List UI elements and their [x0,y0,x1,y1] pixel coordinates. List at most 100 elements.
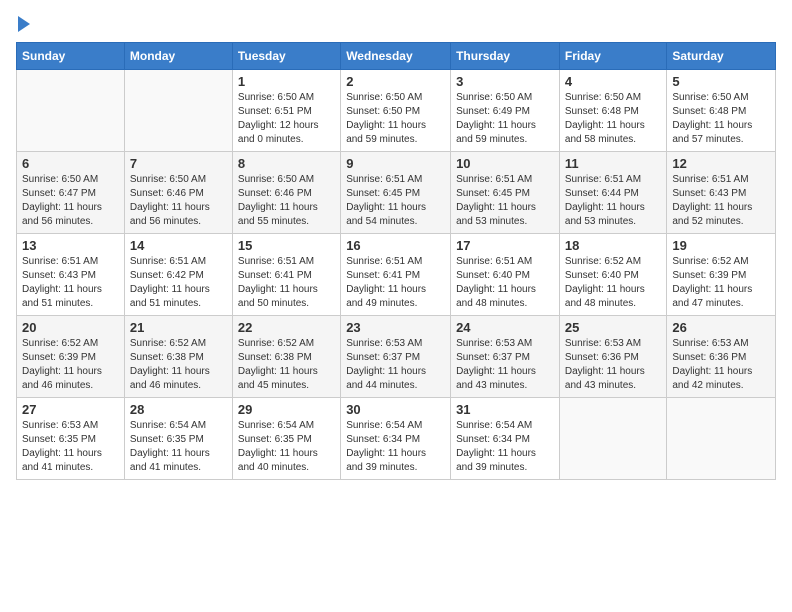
day-number: 15 [238,238,335,253]
day-info: Sunrise: 6:52 AMSunset: 6:40 PMDaylight:… [565,255,661,311]
calendar-cell: 7 Sunrise: 6:50 AMSunset: 6:46 PMDaylight… [124,152,232,234]
logo-arrow-icon [18,16,30,32]
calendar-cell [17,70,125,152]
calendar-cell: 19 Sunrise: 6:52 AMSunset: 6:39 PMDayligh… [667,234,776,316]
day-number: 25 [565,320,661,335]
calendar-cell: 20 Sunrise: 6:52 AMSunset: 6:39 PMDayligh… [17,316,125,398]
day-info: Sunrise: 6:52 AMSunset: 6:38 PMDaylight:… [130,337,227,393]
calendar-cell: 8 Sunrise: 6:50 AMSunset: 6:46 PMDaylight… [232,152,340,234]
calendar-cell: 29 Sunrise: 6:54 AMSunset: 6:35 PMDayligh… [232,398,340,480]
day-info: Sunrise: 6:50 AMSunset: 6:48 PMDaylight:… [672,91,770,147]
calendar-cell: 28 Sunrise: 6:54 AMSunset: 6:35 PMDayligh… [124,398,232,480]
day-info: Sunrise: 6:52 AMSunset: 6:39 PMDaylight:… [672,255,770,311]
day-info: Sunrise: 6:51 AMSunset: 6:45 PMDaylight:… [456,173,554,229]
calendar-cell: 14 Sunrise: 6:51 AMSunset: 6:42 PMDayligh… [124,234,232,316]
day-info: Sunrise: 6:50 AMSunset: 6:50 PMDaylight:… [346,91,445,147]
calendar-cell [124,70,232,152]
day-info: Sunrise: 6:52 AMSunset: 6:38 PMDaylight:… [238,337,335,393]
calendar-cell: 9Sunrise: 6:51 AMSunset: 6:45 PMDaylight… [341,152,451,234]
day-info: Sunrise: 6:50 AMSunset: 6:46 PMDaylight:… [130,173,227,229]
calendar-cell: 25 Sunrise: 6:53 AMSunset: 6:36 PMDayligh… [559,316,666,398]
calendar-cell: 21 Sunrise: 6:52 AMSunset: 6:38 PMDayligh… [124,316,232,398]
day-number: 6 [22,156,119,171]
day-info: Sunrise: 6:50 AMSunset: 6:49 PMDaylight:… [456,91,554,147]
day-number: 21 [130,320,227,335]
calendar-cell: 23 Sunrise: 6:53 AMSunset: 6:37 PMDayligh… [341,316,451,398]
day-number: 7 [130,156,227,171]
weekday-header-monday: Monday [124,43,232,70]
day-number: 11 [565,156,661,171]
day-number: 26 [672,320,770,335]
weekday-header-saturday: Saturday [667,43,776,70]
calendar-cell: 22 Sunrise: 6:52 AMSunset: 6:38 PMDayligh… [232,316,340,398]
day-info: Sunrise: 6:54 AMSunset: 6:34 PMDaylight:… [346,419,445,475]
day-number: 28 [130,402,227,417]
weekday-header-sunday: Sunday [17,43,125,70]
day-number: 8 [238,156,335,171]
day-number: 4 [565,74,661,89]
calendar-cell [559,398,666,480]
calendar-cell: 13 Sunrise: 6:51 AMSunset: 6:43 PMDayligh… [17,234,125,316]
calendar-cell: 31 Sunrise: 6:54 AMSunset: 6:34 PMDayligh… [451,398,560,480]
day-info: Sunrise: 6:51 AMSunset: 6:43 PMDaylight:… [22,255,119,311]
day-number: 30 [346,402,445,417]
day-info: Sunrise: 6:50 AMSunset: 6:51 PMDaylight:… [238,91,335,147]
day-number: 14 [130,238,227,253]
header [16,16,776,32]
weekday-header-wednesday: Wednesday [341,43,451,70]
calendar-cell: 16Sunrise: 6:51 AMSunset: 6:41 PMDayligh… [341,234,451,316]
day-number: 10 [456,156,554,171]
day-info: Sunrise: 6:54 AMSunset: 6:35 PMDaylight:… [238,419,335,475]
day-info: Sunrise: 6:53 AMSunset: 6:37 PMDaylight:… [346,337,445,393]
calendar-cell: 2 Sunrise: 6:50 AMSunset: 6:50 PMDaylight… [341,70,451,152]
day-info: Sunrise: 6:51 AMSunset: 6:42 PMDaylight:… [130,255,227,311]
day-info: Sunrise: 6:54 AMSunset: 6:35 PMDaylight:… [130,419,227,475]
day-number: 24 [456,320,554,335]
day-number: 17 [456,238,554,253]
calendar-cell: 10 Sunrise: 6:51 AMSunset: 6:45 PMDayligh… [451,152,560,234]
day-info: Sunrise: 6:50 AMSunset: 6:47 PMDaylight:… [22,173,119,229]
logo [16,16,30,32]
calendar-cell: 17 Sunrise: 6:51 AMSunset: 6:40 PMDayligh… [451,234,560,316]
calendar-cell: 3 Sunrise: 6:50 AMSunset: 6:49 PMDaylight… [451,70,560,152]
day-info: Sunrise: 6:51 AMSunset: 6:41 PMDaylight:… [238,255,335,311]
day-info: Sunrise: 6:54 AMSunset: 6:34 PMDaylight:… [456,419,554,475]
day-number: 20 [22,320,119,335]
day-info: Sunrise: 6:51 AMSunset: 6:40 PMDaylight:… [456,255,554,311]
weekday-header-tuesday: Tuesday [232,43,340,70]
calendar-cell: 1 Sunrise: 6:50 AMSunset: 6:51 PMDaylight… [232,70,340,152]
day-info: Sunrise: 6:53 AMSunset: 6:35 PMDaylight:… [22,419,119,475]
day-number: 19 [672,238,770,253]
calendar-cell: 6 Sunrise: 6:50 AMSunset: 6:47 PMDaylight… [17,152,125,234]
day-info: Sunrise: 6:53 AMSunset: 6:36 PMDaylight:… [672,337,770,393]
calendar-cell: 5Sunrise: 6:50 AMSunset: 6:48 PMDaylight… [667,70,776,152]
day-number: 2 [346,74,445,89]
day-info: Sunrise: 6:53 AMSunset: 6:37 PMDaylight:… [456,337,554,393]
calendar-cell [667,398,776,480]
day-info: Sunrise: 6:53 AMSunset: 6:36 PMDaylight:… [565,337,661,393]
day-info: Sunrise: 6:52 AMSunset: 6:39 PMDaylight:… [22,337,119,393]
day-number: 29 [238,402,335,417]
day-number: 31 [456,402,554,417]
day-number: 13 [22,238,119,253]
calendar-cell: 15 Sunrise: 6:51 AMSunset: 6:41 PMDayligh… [232,234,340,316]
calendar-cell: 30 Sunrise: 6:54 AMSunset: 6:34 PMDayligh… [341,398,451,480]
day-number: 16 [346,238,445,253]
day-number: 23 [346,320,445,335]
calendar-cell: 27 Sunrise: 6:53 AMSunset: 6:35 PMDayligh… [17,398,125,480]
day-info: Sunrise: 6:51 AMSunset: 6:43 PMDaylight:… [672,173,770,229]
calendar-cell: 11 Sunrise: 6:51 AMSunset: 6:44 PMDayligh… [559,152,666,234]
day-number: 22 [238,320,335,335]
day-info: Sunrise: 6:50 AMSunset: 6:46 PMDaylight:… [238,173,335,229]
calendar-table: SundayMondayTuesdayWednesdayThursdayFrid… [16,42,776,480]
calendar-cell: 18Sunrise: 6:52 AMSunset: 6:40 PMDayligh… [559,234,666,316]
weekday-header-thursday: Thursday [451,43,560,70]
day-info: Sunrise: 6:50 AMSunset: 6:48 PMDaylight:… [565,91,661,147]
day-number: 3 [456,74,554,89]
calendar-cell: 26 Sunrise: 6:53 AMSunset: 6:36 PMDayligh… [667,316,776,398]
day-info: Sunrise: 6:51 AMSunset: 6:45 PMDaylight:… [346,173,445,229]
day-info: Sunrise: 6:51 AMSunset: 6:44 PMDaylight:… [565,173,661,229]
day-number: 27 [22,402,119,417]
day-number: 1 [238,74,335,89]
calendar-cell: 12Sunrise: 6:51 AMSunset: 6:43 PMDayligh… [667,152,776,234]
